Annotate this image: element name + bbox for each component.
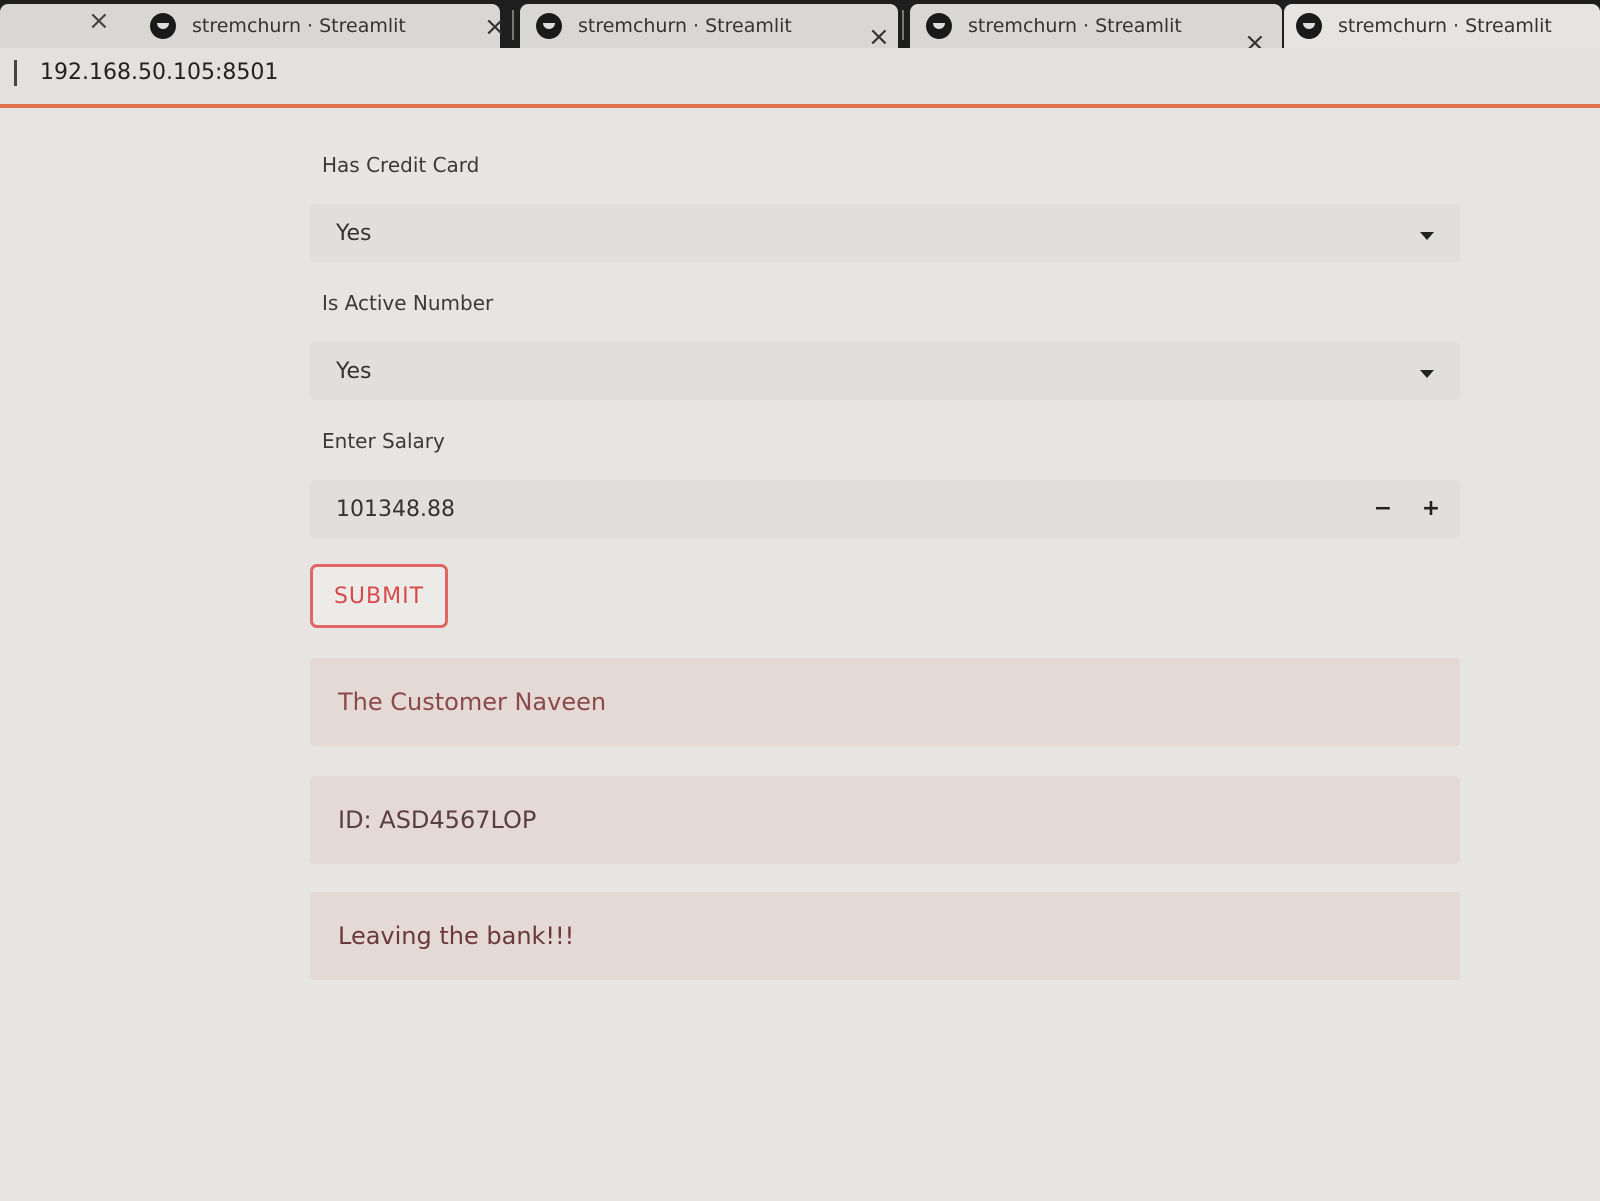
increment-button[interactable]: + (1416, 494, 1446, 524)
result-id-box: ID: ASD4567LOP (310, 776, 1460, 864)
salary-number-input[interactable]: 101348.88 − + (310, 480, 1460, 538)
app-main: Has Credit Card Yes Is Active Number Yes… (310, 150, 1460, 980)
browser-tab-3[interactable]: stremchurn · Streamlit (902, 4, 1282, 48)
address-bar[interactable]: 192.168.50.105:8501 (0, 48, 1600, 108)
browser-tab-2[interactable]: stremchurn · Streamlit (512, 4, 898, 48)
result-id-text: ID: ASD4567LOP (338, 806, 537, 834)
streamlit-favicon-icon (536, 13, 562, 39)
tab-title: stremchurn · Streamlit (968, 15, 1182, 37)
submit-button[interactable]: SUBMIT (310, 564, 448, 628)
result-verdict-box: Leaving the bank!!! (310, 892, 1460, 980)
streamlit-favicon-icon (926, 13, 952, 39)
tab-1-close-icon[interactable]: × (88, 6, 110, 36)
text-cursor (14, 60, 17, 86)
streamlit-favicon-icon (1296, 13, 1322, 39)
browser-tab-1[interactable]: stremchurn · Streamlit (0, 4, 500, 48)
caret-down-icon[interactable] (1420, 232, 1434, 240)
tab-title: stremchurn · Streamlit (1338, 15, 1552, 37)
tab-2-close-icon[interactable]: × (484, 12, 506, 42)
browser-tab-bar: stremchurn · Streamlit stremchurn · Stre… (0, 0, 1600, 58)
streamlit-favicon-icon (150, 13, 176, 39)
tab-title: stremchurn · Streamlit (192, 15, 406, 37)
browser-tab-4-active[interactable]: stremchurn · Streamlit (1284, 4, 1600, 48)
tab-title: stremchurn · Streamlit (578, 15, 792, 37)
tab-separator (902, 10, 904, 40)
salary-value[interactable]: 101348.88 (336, 497, 455, 522)
decrement-button[interactable]: − (1368, 494, 1398, 524)
salary-label: Enter Salary (322, 429, 445, 453)
tab-separator (512, 10, 514, 40)
url-text[interactable]: 192.168.50.105:8501 (40, 60, 278, 85)
caret-down-icon[interactable] (1420, 370, 1434, 378)
result-customer-text: The Customer Naveen (338, 688, 607, 716)
active-number-select[interactable]: Yes (310, 342, 1460, 400)
active-number-label: Is Active Number (322, 291, 494, 315)
credit-card-label: Has Credit Card (322, 153, 480, 177)
active-number-selected-value: Yes (336, 358, 372, 384)
result-customer-box: The Customer Naveen (310, 658, 1460, 746)
credit-card-select[interactable]: Yes (310, 204, 1460, 262)
result-verdict-text: Leaving the bank!!! (338, 922, 575, 950)
credit-card-selected-value: Yes (336, 220, 372, 246)
